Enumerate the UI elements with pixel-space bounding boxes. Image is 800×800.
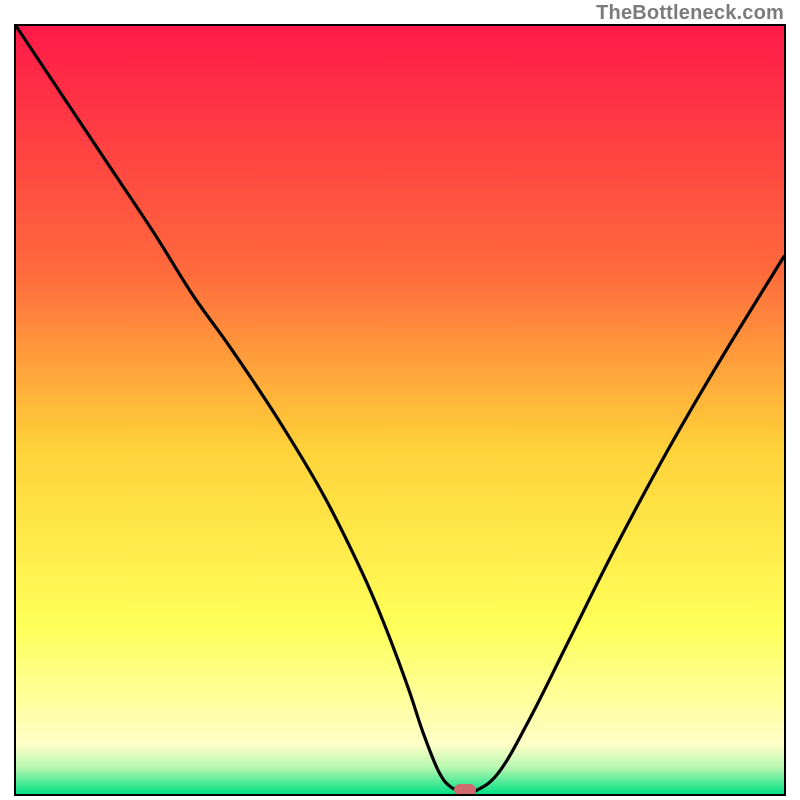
chart-background — [16, 26, 784, 794]
chart-svg — [16, 26, 784, 794]
optimal-marker — [454, 784, 476, 796]
chart-frame — [14, 24, 786, 796]
watermark-text: TheBottleneck.com — [596, 2, 784, 25]
